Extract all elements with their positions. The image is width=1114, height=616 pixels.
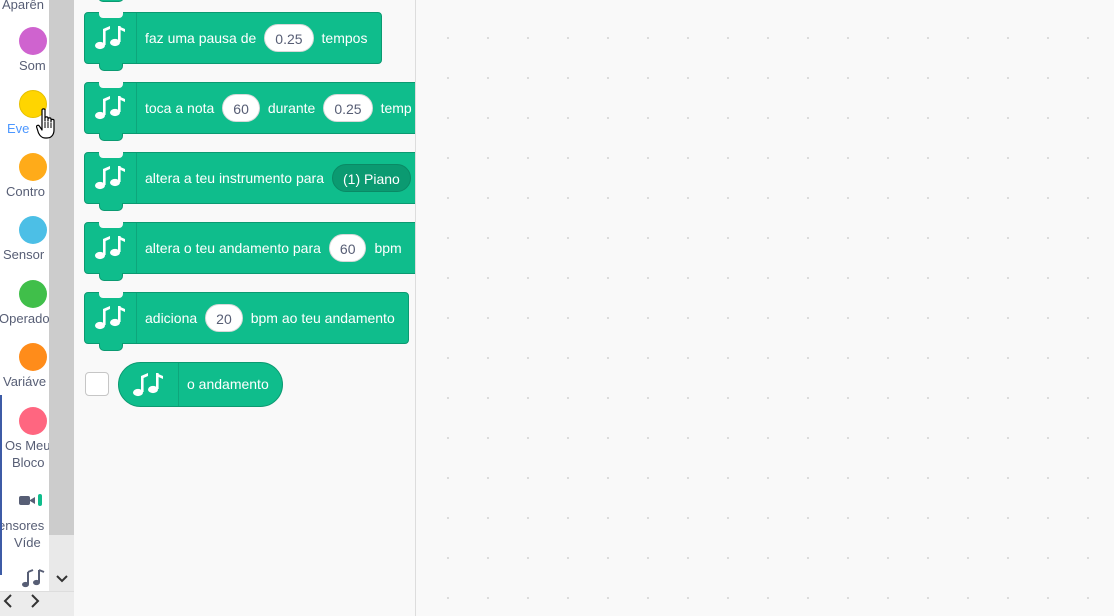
instrument-dropdown[interactable]: (1) Piano bbox=[332, 164, 411, 192]
category-label-line1: Os Meu bbox=[5, 438, 49, 453]
block-tab bbox=[99, 133, 123, 141]
play-note-block[interactable]: toca a nota 60 durante 0.25 temp bbox=[84, 82, 415, 141]
tempo-reporter-block[interactable]: o andamento bbox=[118, 362, 283, 407]
category-scrollbar[interactable] bbox=[49, 0, 74, 616]
music-notes-icon bbox=[85, 13, 137, 63]
change-tempo-block[interactable]: adiciona 20 bpm ao teu andamento bbox=[84, 292, 409, 351]
sound-dot-icon bbox=[19, 27, 47, 55]
block-text: temp bbox=[380, 100, 412, 116]
tempo-change-input[interactable]: 20 bbox=[205, 304, 243, 332]
tempo-input[interactable]: 60 bbox=[328, 234, 367, 262]
music-notes-icon bbox=[85, 153, 137, 203]
block-text: adiciona bbox=[145, 310, 198, 326]
music-notes-icon bbox=[85, 293, 137, 343]
script-workspace[interactable] bbox=[416, 0, 1114, 616]
operators-dot-icon bbox=[19, 280, 47, 308]
beats-input[interactable]: 0.25 bbox=[264, 24, 314, 52]
block-text: durante bbox=[267, 100, 316, 116]
block-text: altera o teu andamento para bbox=[145, 240, 321, 256]
block-tab bbox=[99, 343, 123, 351]
category-label: Som bbox=[19, 58, 46, 73]
active-category-indicator bbox=[0, 395, 2, 575]
category-label-line2: Víde bbox=[14, 535, 41, 550]
chevron-down-icon[interactable] bbox=[49, 565, 74, 591]
rest-block[interactable]: faz uma pausa de 0.25 tempos bbox=[84, 12, 382, 71]
music-notes-icon bbox=[119, 363, 179, 406]
category-label: Operado bbox=[0, 311, 49, 326]
category-label-line2: Bloco bbox=[12, 455, 45, 470]
horizontal-scrollbar[interactable] bbox=[0, 591, 74, 616]
block-text: altera a teu instrumento para bbox=[145, 170, 324, 186]
block-tab bbox=[99, 63, 123, 71]
beats-input[interactable]: 0.25 bbox=[323, 94, 373, 122]
chevron-right-icon[interactable] bbox=[30, 594, 40, 613]
category-label: Variáve bbox=[3, 374, 47, 389]
block-text: bpm ao teu andamento bbox=[250, 310, 395, 326]
control-dot-icon bbox=[19, 153, 47, 181]
category-label: Aparên bbox=[2, 0, 44, 12]
music-notes-icon bbox=[85, 223, 137, 273]
video-camera-icon bbox=[19, 494, 43, 508]
variables-dot-icon bbox=[19, 343, 47, 371]
block-palette: faz uma pausa de 0.25 tempos toca a nota… bbox=[74, 0, 416, 616]
block-text: bpm bbox=[374, 240, 402, 256]
category-menu: Aparên Som Eve Contro Sensor Operado Var… bbox=[0, 0, 49, 616]
category-label: Contro bbox=[6, 184, 46, 199]
category-label-line1: ensores bbox=[0, 518, 45, 533]
note-input[interactable]: 60 bbox=[222, 94, 260, 122]
block-tab bbox=[99, 273, 123, 281]
monitor-checkbox[interactable] bbox=[85, 372, 109, 396]
music-notes-icon bbox=[85, 83, 137, 133]
category-label: Sensor bbox=[3, 247, 45, 262]
reporter-label: o andamento bbox=[187, 376, 269, 392]
hand-cursor-icon bbox=[35, 108, 58, 140]
block-tab bbox=[99, 203, 123, 211]
block-text: faz uma pausa de bbox=[145, 30, 257, 46]
category-label: Eve bbox=[7, 121, 30, 136]
sensing-dot-icon bbox=[19, 216, 47, 244]
set-instrument-block[interactable]: altera a teu instrumento para (1) Piano bbox=[84, 152, 415, 211]
block-text: tempos bbox=[321, 30, 368, 46]
set-tempo-block[interactable]: altera o teu andamento para 60 bpm bbox=[84, 222, 415, 281]
category-scrollbar-thumb[interactable] bbox=[49, 0, 74, 535]
music-notes-icon bbox=[22, 568, 46, 590]
my-blocks-dot-icon bbox=[19, 407, 47, 435]
block-tail bbox=[98, 0, 124, 2]
block-text: toca a nota bbox=[145, 100, 215, 116]
chevron-left-icon[interactable] bbox=[3, 594, 13, 613]
